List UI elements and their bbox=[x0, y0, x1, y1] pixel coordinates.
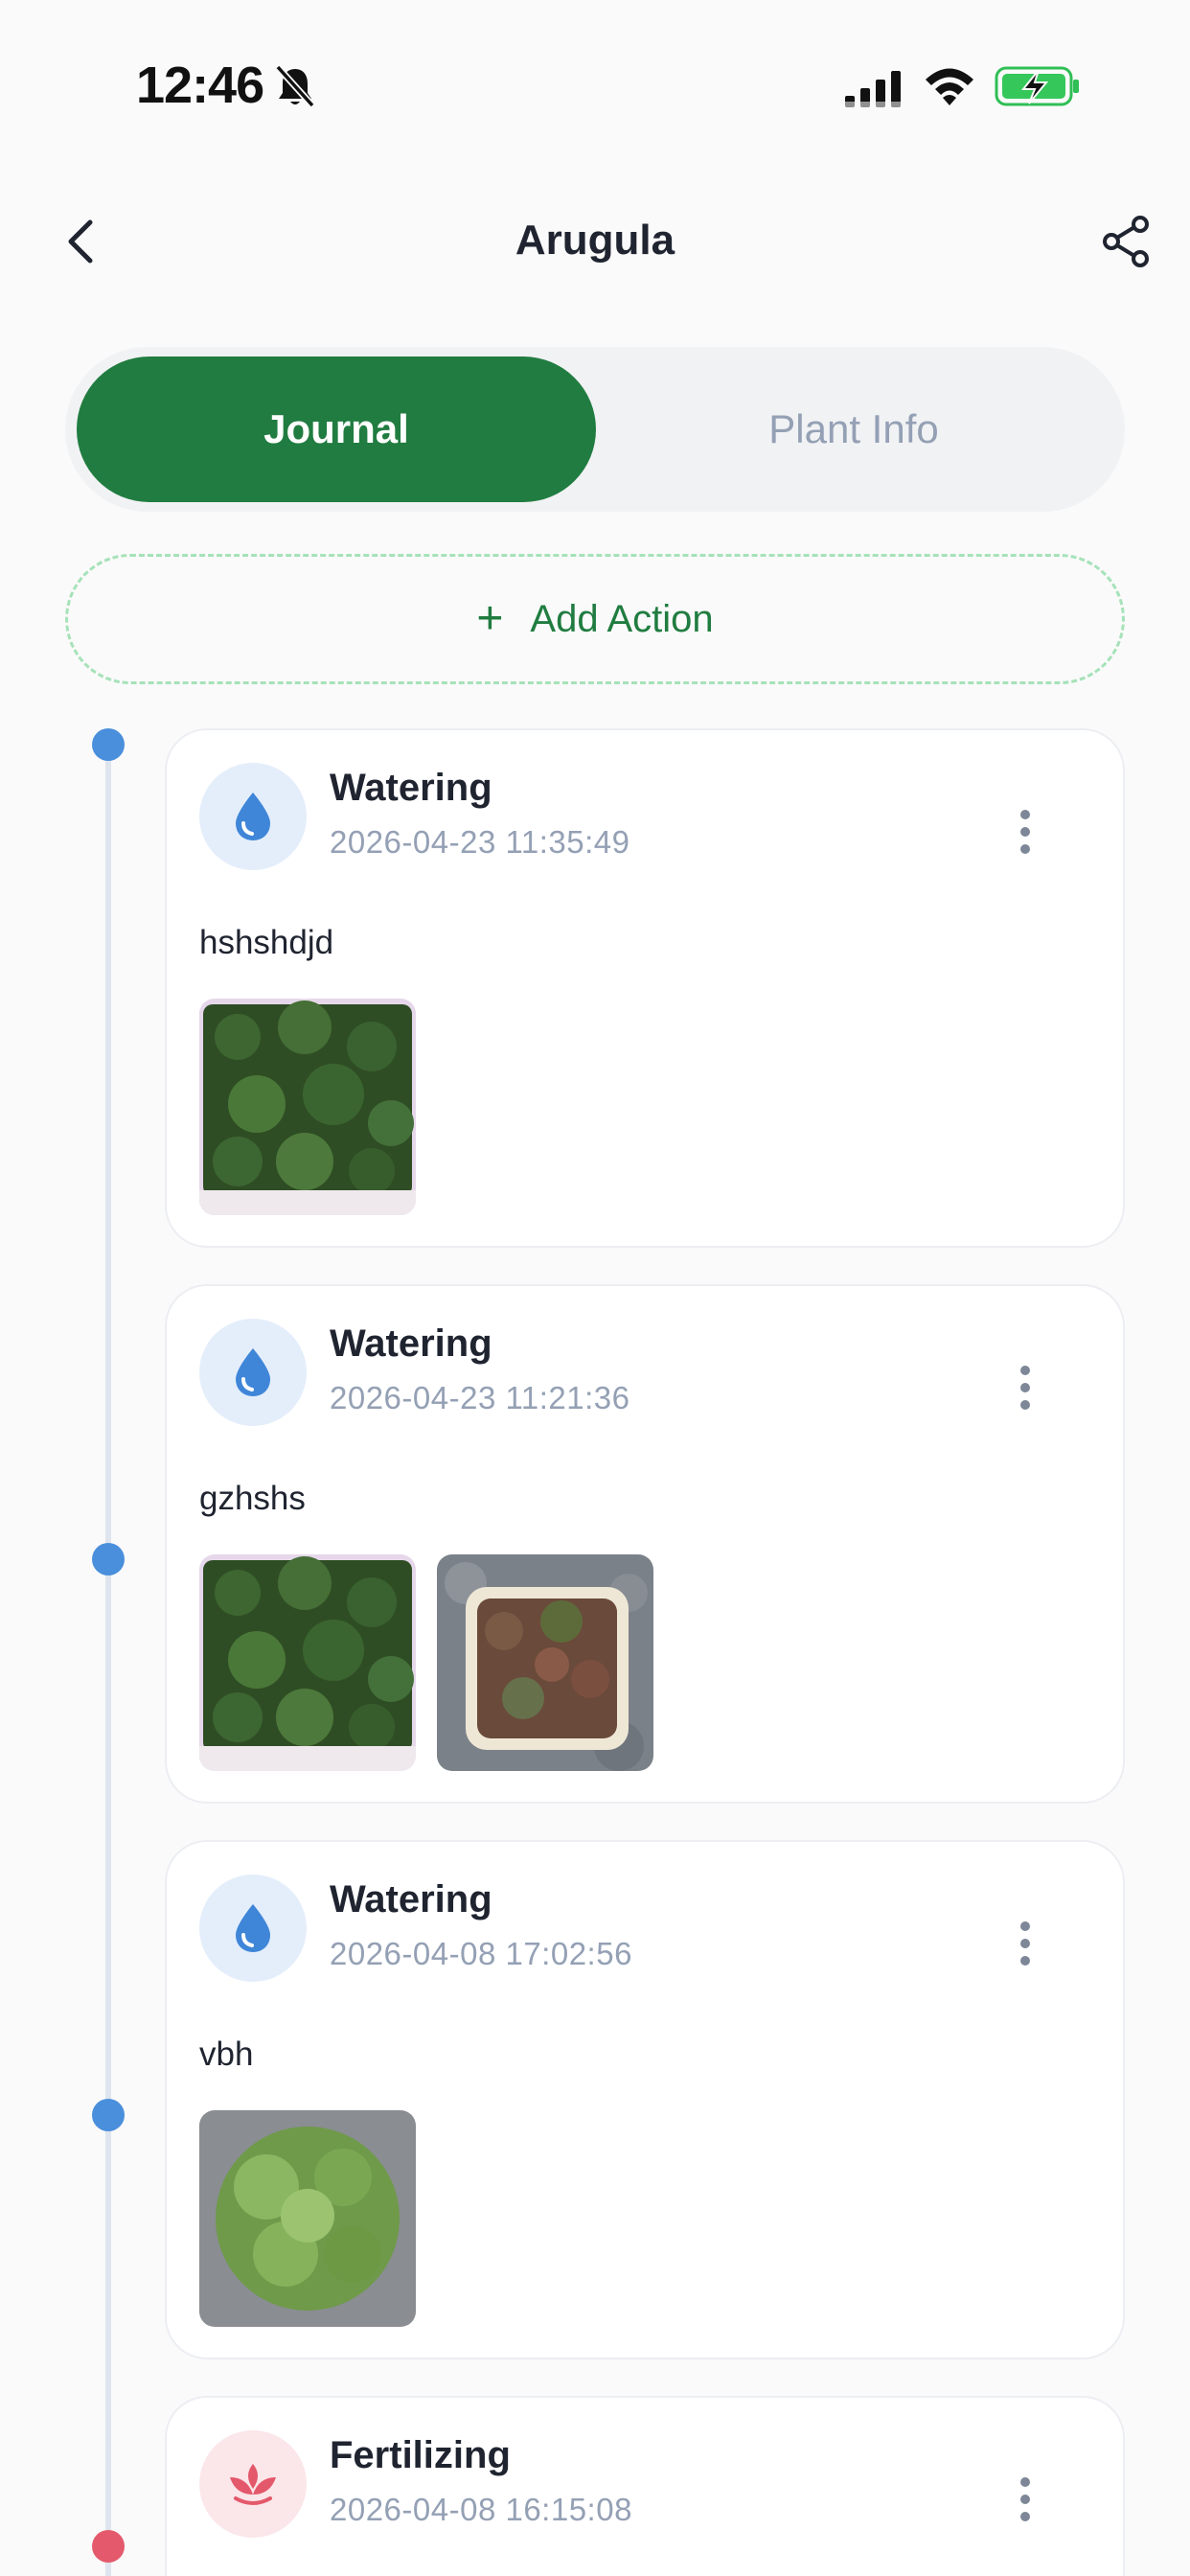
entry-photo[interactable] bbox=[437, 1554, 653, 1771]
entry-timestamp: 2026-04-23 11:21:36 bbox=[330, 1380, 630, 1415]
entry-note: vbh bbox=[199, 2036, 254, 2073]
entry-type-label: Watering bbox=[330, 1878, 492, 1920]
entry-type-label: Watering bbox=[330, 1322, 492, 1365]
water-drop-icon bbox=[236, 793, 270, 840]
entry-note: hshshdjd bbox=[199, 924, 334, 961]
segmented-control: Journal Plant Info bbox=[65, 347, 1125, 512]
entry-type-badge bbox=[199, 763, 307, 870]
bell-off-icon bbox=[275, 64, 315, 108]
navigation-bar: Arugula bbox=[0, 192, 1190, 297]
page-title: Arugula bbox=[515, 217, 675, 264]
fertilizer-sprout-icon bbox=[230, 2464, 276, 2505]
entry-type-badge bbox=[199, 1319, 307, 1426]
more-options-icon[interactable] bbox=[1006, 803, 1044, 861]
add-action-button[interactable]: + Add Action bbox=[65, 554, 1125, 684]
battery-charging-icon bbox=[995, 66, 1079, 106]
status-time: 12:46 bbox=[136, 57, 264, 114]
timeline-dot-watering bbox=[92, 1543, 125, 1576]
journal-entry-card[interactable]: Fertilizing 2026-04-08 16:15:08 bbox=[165, 2396, 1125, 2576]
wifi-icon bbox=[926, 68, 973, 105]
journal-entry-card[interactable]: Watering 2026-04-23 11:21:36 gzhshs bbox=[165, 1284, 1125, 1804]
entry-timestamp: 2026-04-23 11:35:49 bbox=[330, 824, 630, 860]
entry-type-label: Fertilizing bbox=[330, 2434, 511, 2476]
entry-type-badge bbox=[199, 2430, 307, 2538]
water-drop-icon bbox=[236, 1904, 270, 1952]
more-options-icon[interactable] bbox=[1006, 1915, 1044, 1972]
journal-entry-card[interactable]: Watering 2026-04-08 17:02:56 vbh bbox=[165, 1840, 1125, 2359]
timeline-line bbox=[105, 744, 111, 2576]
more-options-icon[interactable] bbox=[1006, 1359, 1044, 1416]
tab-journal[interactable]: Journal bbox=[77, 356, 596, 502]
entry-photo[interactable] bbox=[199, 1554, 416, 1771]
entry-photo[interactable] bbox=[199, 999, 416, 1215]
water-drop-icon bbox=[236, 1348, 270, 1396]
entry-timestamp: 2026-04-08 17:02:56 bbox=[330, 1936, 632, 1971]
share-icon[interactable] bbox=[1098, 213, 1156, 270]
add-action-label: Add Action bbox=[530, 597, 714, 640]
timeline-dot-watering bbox=[92, 728, 125, 761]
cellular-signal-icon bbox=[845, 71, 901, 107]
entry-timestamp: 2026-04-08 16:15:08 bbox=[330, 2492, 632, 2527]
plus-icon: + bbox=[476, 593, 504, 644]
timeline-dot-watering bbox=[92, 2099, 125, 2131]
timeline-dot-fertilizing bbox=[92, 2530, 125, 2563]
tab-plant-info[interactable]: Plant Info bbox=[594, 356, 1113, 502]
journal-entry-card[interactable]: Watering 2026-04-23 11:35:49 hshshdjd bbox=[165, 728, 1125, 1248]
entry-type-label: Watering bbox=[330, 767, 492, 809]
more-options-icon[interactable] bbox=[1006, 2471, 1044, 2528]
entry-photo[interactable] bbox=[199, 2110, 416, 2327]
entry-type-badge bbox=[199, 1874, 307, 1982]
entry-note: gzhshs bbox=[199, 1480, 306, 1517]
status-bar: 12:46 bbox=[0, 0, 1190, 163]
